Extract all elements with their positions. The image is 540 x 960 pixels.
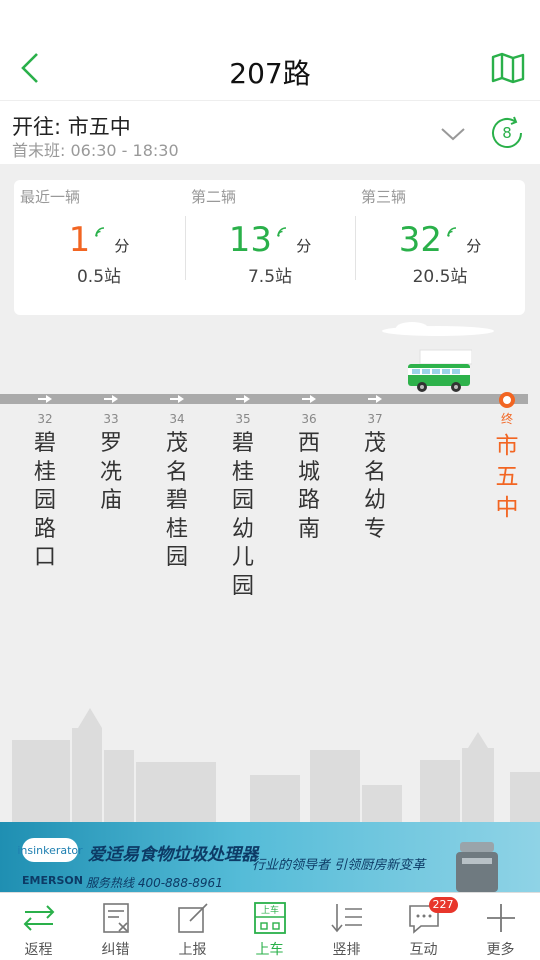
signal-icon [95, 222, 105, 237]
map-button[interactable] [488, 48, 528, 88]
nav-label: 上报 [178, 942, 207, 958]
terminal-label: 终 [500, 412, 513, 426]
bottom-nav: 返程 纠错 上报 上车 上车 竖排 227 互动 更多 [0, 892, 540, 960]
stop-35[interactable]: 35 碧桂园幼儿园 [230, 410, 256, 601]
board-icon: 上车 [253, 902, 286, 934]
ad-banner[interactable]: insinkerator 爱适易食物垃圾处理器 行业的领导者 引领厨房新变革 E… [0, 822, 540, 892]
nav-label: 纠错 [101, 942, 130, 958]
vertical-list-icon [330, 904, 362, 933]
cloud-decoration [382, 322, 494, 336]
nav-label: 竖排 [332, 942, 361, 958]
ad-logo: insinkerator [17, 838, 83, 862]
first-last-bus: 首末班: 06:30 - 18:30 [12, 141, 179, 160]
terminal-name: 市五中 [495, 433, 519, 521]
nav-vertical[interactable]: 竖排 [308, 893, 385, 960]
arrival-minutes: 32 [398, 220, 443, 260]
signal-icon [447, 222, 457, 237]
arrival-minutes: 1 [68, 220, 91, 260]
stop-number: 37 [367, 412, 383, 426]
notification-badge: 227 [428, 897, 458, 913]
arrival-minutes: 13 [228, 220, 273, 260]
stop-34[interactable]: 34 茂名碧桂园 [164, 410, 190, 573]
nav-more[interactable]: 更多 [462, 893, 539, 960]
stop-name: 碧桂园路口 [33, 431, 56, 570]
direction-arrow-icon [368, 395, 382, 403]
arrival-stops: 7.5站 [247, 267, 293, 287]
nav-report[interactable]: 上报 [154, 893, 231, 960]
stop-name: 茂名幼专 [363, 431, 386, 542]
nav-label: 更多 [486, 942, 515, 958]
arrival-label: 第三辆 [361, 188, 407, 206]
arrival-col-3: 第三辆 32 分 20.5站 [355, 180, 525, 315]
arrival-card: 最近一辆 1 分 0.5站 第二辆 13 分 7.5站 第三辆 32 分 20.… [14, 180, 525, 315]
swap-icon [23, 905, 54, 931]
direction-dropdown[interactable] [440, 121, 466, 147]
arrival-unit: 分 [296, 237, 312, 255]
ad-brand: EMERSON [22, 874, 83, 887]
correction-icon [102, 903, 129, 933]
direction-arrow-icon [104, 395, 118, 403]
signal-icon [277, 222, 287, 237]
nav-label: 返程 [24, 942, 53, 958]
direction-arrow-icon [236, 395, 250, 403]
header: 207路 [0, 38, 540, 100]
svg-text:上车: 上车 [260, 904, 278, 916]
arrival-col-2: 第二辆 13 分 7.5站 [185, 180, 355, 315]
stop-name: 茂名碧桂园 [165, 431, 188, 570]
route-line [0, 394, 528, 404]
stop-32[interactable]: 32 碧桂园路口 [32, 410, 58, 573]
arrival-unit: 分 [466, 237, 482, 255]
stop-name: 西城路南 [297, 431, 320, 542]
arrival-unit: 分 [114, 237, 130, 255]
page-title: 207路 [229, 57, 311, 90]
terminal-stop[interactable]: 终 市五中 [494, 392, 520, 524]
arrival-stops: 20.5站 [412, 267, 468, 287]
ad-slogan: 行业的领导者 引领厨房新变革 [252, 858, 426, 873]
arrival-stops: 0.5站 [76, 267, 122, 287]
direction-arrow-icon [38, 395, 52, 403]
stop-number: 33 [103, 412, 119, 426]
nav-board[interactable]: 上车 上车 [231, 893, 308, 960]
nav-label: 互动 [409, 942, 438, 958]
terminal-dot-icon [499, 392, 515, 408]
stop-number: 36 [301, 412, 317, 426]
direction-arrow-icon [170, 395, 184, 403]
stop-37[interactable]: 37 茂名幼专 [362, 410, 388, 544]
stop-number: 34 [169, 412, 185, 426]
stop-name: 碧桂园幼儿园 [231, 431, 254, 599]
stop-name: 罗冼庙 [99, 431, 122, 513]
report-icon [177, 903, 208, 933]
bus-icon [408, 349, 472, 392]
nav-correction[interactable]: 纠错 [77, 893, 154, 960]
status-bar [0, 0, 540, 38]
skyline-illustration [12, 708, 540, 825]
map-icon [491, 52, 525, 84]
nav-interact[interactable]: 227 互动 [385, 893, 462, 960]
disposer-product-image [456, 842, 498, 892]
stop-number: 32 [37, 412, 53, 426]
arrival-col-1: 最近一辆 1 分 0.5站 [14, 180, 184, 315]
nav-label: 上车 [255, 942, 284, 958]
refresh-button[interactable]: 8 [488, 114, 526, 152]
stop-number: 35 [235, 412, 251, 426]
direction-arrow-icon [302, 395, 316, 403]
arrival-label: 第二辆 [191, 188, 237, 206]
chevron-down-icon [441, 128, 465, 141]
plus-icon [486, 904, 515, 932]
stop-36[interactable]: 36 西城路南 [296, 410, 322, 544]
ad-title: 爱适易食物垃圾处理器 [88, 845, 258, 865]
nav-return[interactable]: 返程 [0, 893, 77, 960]
ad-hotline: 服务热线 400-888-8961 [86, 876, 223, 890]
refresh-countdown: 8 [502, 124, 512, 142]
stop-33[interactable]: 33 罗冼庙 [98, 410, 124, 516]
arrival-label: 最近一辆 [20, 188, 81, 206]
route-info: 开往: 市五中 首末班: 06:30 - 18:30 [0, 100, 540, 164]
